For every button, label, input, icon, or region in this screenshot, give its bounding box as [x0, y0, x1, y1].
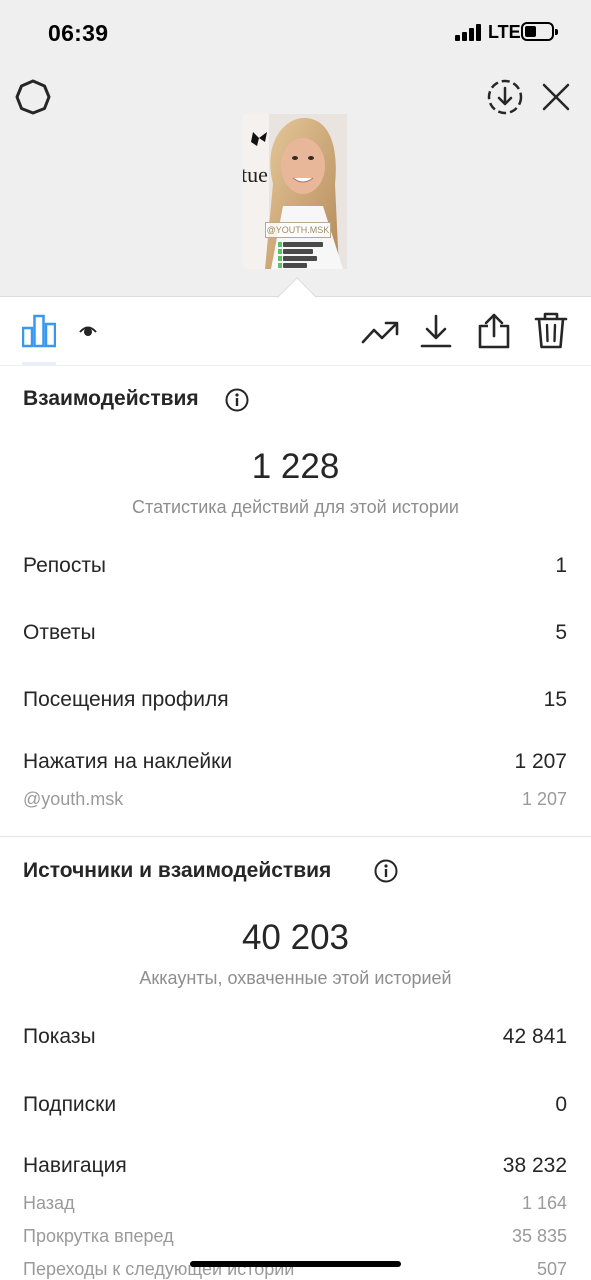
battery-icon	[521, 22, 558, 41]
row-label-follows: Подписки	[23, 1093, 117, 1116]
row-value-reposts: 1	[555, 554, 567, 577]
signal-icon	[455, 24, 483, 41]
row-value-impressions: 42 841	[502, 1025, 567, 1048]
discovery-total: 40 203	[241, 918, 350, 957]
row-value-follows: 0	[555, 1093, 567, 1116]
active-tab-indicator	[22, 362, 56, 365]
row-value-sticker-taps: 1 207	[514, 750, 567, 773]
poll-line	[278, 242, 323, 247]
sub-value-forward: 35 835	[511, 1226, 567, 1246]
bar-chart-icon[interactable]	[22, 314, 56, 348]
download-circle-icon[interactable]	[486, 78, 524, 116]
poll-line	[278, 256, 317, 261]
interactions-total: 1 228	[251, 447, 340, 486]
sub-value-next-story: 507	[536, 1259, 567, 1279]
story-thumbnail[interactable]: tue @YOUTH.MSK	[243, 114, 347, 269]
close-icon[interactable]	[541, 82, 571, 112]
eye-icon[interactable]	[79, 324, 97, 338]
row-label-impressions: Показы	[23, 1025, 96, 1048]
status-time: 06:39	[48, 20, 109, 46]
mention-sticker: @YOUTH.MSK	[265, 222, 331, 238]
gear-icon[interactable]	[15, 79, 51, 115]
poll-line	[278, 249, 313, 254]
download-icon[interactable]	[420, 313, 452, 349]
share-icon[interactable]	[477, 312, 511, 350]
row-label-profile-visits: Посещения профиля	[23, 688, 229, 711]
section-divider	[0, 836, 591, 837]
sub-label-forward: Прокрутка вперед	[23, 1226, 174, 1246]
sub-value-mention: 1 207	[521, 789, 567, 809]
row-value-profile-visits: 15	[543, 688, 567, 711]
discovery-caption: Аккаунты, охваченные этой историей	[139, 968, 452, 988]
info-icon[interactable]	[225, 388, 249, 412]
interactions-caption: Статистика действий для этой истории	[132, 497, 459, 517]
row-label-replies: Ответы	[23, 621, 96, 644]
trending-up-icon[interactable]	[361, 318, 399, 348]
row-label-navigation: Навигация	[23, 1154, 127, 1177]
sub-label-mention: @youth.msk	[23, 789, 124, 809]
sub-value-back: 1 164	[521, 1193, 567, 1213]
home-indicator[interactable]	[190, 1261, 401, 1267]
poll-line	[278, 263, 307, 268]
discovery-title: Источники и взаимодействия	[23, 859, 332, 882]
row-label-sticker-taps: Нажатия на наклейки	[23, 750, 233, 773]
insights-sheet	[0, 296, 591, 1280]
status-bar: 06:39 LTE	[0, 0, 591, 64]
svg-text:tue: tue	[243, 162, 268, 187]
network-type: LTE	[488, 22, 521, 42]
trash-icon[interactable]	[534, 312, 568, 350]
row-label-reposts: Репосты	[23, 554, 107, 577]
row-value-navigation: 38 232	[502, 1154, 567, 1177]
sub-label-back: Назад	[23, 1193, 75, 1213]
interactions-title: Взаимодействия	[23, 387, 199, 410]
row-value-replies: 5	[555, 621, 567, 644]
info-icon[interactable]	[374, 859, 398, 883]
